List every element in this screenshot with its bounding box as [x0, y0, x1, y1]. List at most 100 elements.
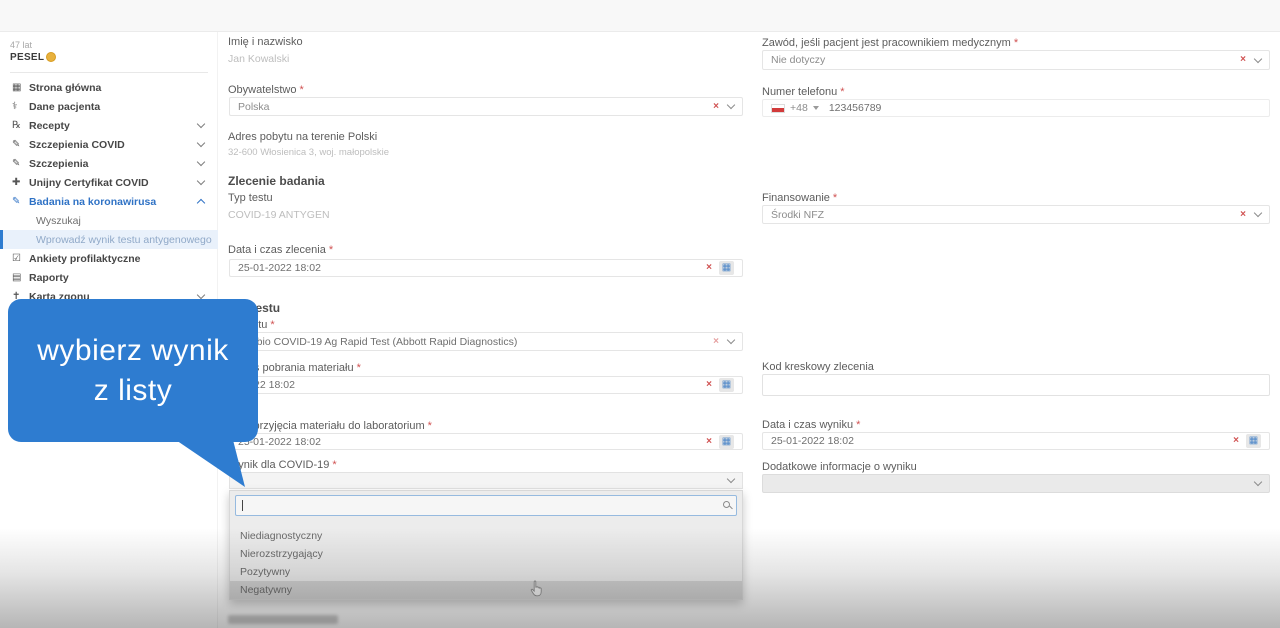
chevron-down-icon[interactable]	[1253, 477, 1263, 487]
required-mark: *	[427, 420, 432, 432]
sidebar-item-szczepienia-covid[interactable]: ✎ Szczepienia COVID	[0, 135, 218, 154]
sidebar-item-label: Wprowadź wynik testu antygenowego	[36, 233, 212, 246]
data-przyjecia-input[interactable]: 25-01-2022 18:02 × ▦	[229, 433, 743, 450]
chevron-down-icon[interactable]	[1253, 208, 1263, 218]
chevron-down-icon[interactable]	[1253, 54, 1263, 63]
pesel-info-icon[interactable]	[46, 52, 56, 62]
data-zlecenia-input[interactable]: 25-01-2022 18:02 × ▦	[229, 259, 743, 277]
report-document-icon: ▤	[12, 272, 22, 283]
data-pobrania-input[interactable]: 25-01-2022 18:02 × ▦	[229, 376, 743, 394]
sidebar-item-label: Badania na koronawirusa	[29, 195, 157, 208]
sidebar-item-unijny-certyfikat[interactable]: ✚ Unijny Certyfikat COVID	[0, 173, 218, 192]
required-mark: *	[1013, 37, 1019, 49]
calendar-icon[interactable]: ▦	[719, 434, 734, 449]
field-zawod-label: Zawód, jeśli pacjent jest pracownikiem m…	[762, 37, 1019, 49]
calendar-icon[interactable]: ▦	[719, 378, 734, 392]
required-mark: *	[270, 319, 275, 331]
sidebar-item-dane-pacjenta[interactable]: ⚕ Dane pacjenta	[0, 97, 218, 116]
home-grid-icon: ▦	[12, 82, 22, 93]
wynik-search-input[interactable]	[235, 495, 737, 516]
required-mark: *	[328, 244, 334, 256]
clear-icon[interactable]: ×	[713, 101, 719, 112]
data-wyniku-input[interactable]: 25-01-2022 18:02 × ▦	[762, 432, 1270, 450]
patient-pesel-label: PESEL	[10, 52, 45, 63]
field-imie-label: Imię i nazwisko	[228, 36, 303, 48]
tooltip-tail	[170, 436, 245, 487]
option-negatywny[interactable]: Negatywny	[230, 581, 742, 599]
top-bar	[0, 0, 1280, 32]
option-nierozstrzygajacy[interactable]: Nierozstrzygający	[230, 545, 742, 563]
option-pozytywny[interactable]: Pozytywny	[230, 563, 742, 581]
required-mark: *	[356, 362, 361, 374]
required-mark: *	[840, 86, 845, 98]
calendar-icon[interactable]: ▦	[1246, 434, 1261, 448]
test-swab-icon: ✎	[12, 196, 21, 207]
obywatelstwo-select[interactable]: Polska ×	[229, 97, 743, 116]
clear-icon[interactable]: ×	[706, 436, 712, 447]
chevron-up-icon[interactable]	[196, 198, 206, 208]
syringe-icon: ✎	[12, 158, 21, 169]
sidebar-item-label: Szczepienia	[29, 157, 89, 170]
wynik-select[interactable]	[229, 472, 743, 489]
field-telefon-label: Numer telefonu *	[762, 86, 845, 98]
chevron-down-icon[interactable]	[196, 119, 206, 129]
sidebar-item-raporty[interactable]: ▤ Raporty	[0, 268, 218, 287]
section-zlecenie-badania: Zlecenie badania	[228, 174, 325, 188]
chevron-down-icon[interactable]	[726, 474, 736, 484]
chevron-down-icon[interactable]	[196, 176, 206, 186]
clear-icon[interactable]: ×	[713, 336, 719, 347]
field-imie-value: Jan Kowalski	[228, 53, 290, 65]
chevron-down-icon[interactable]	[726, 100, 736, 110]
finansowanie-select[interactable]: Środki NFZ ×	[762, 205, 1270, 224]
chevron-down-icon[interactable]	[196, 157, 206, 167]
sidebar-item-ankiety[interactable]: ☑ Ankiety profilaktyczne	[0, 249, 218, 268]
telefon-input[interactable]: +48 123456789	[762, 99, 1270, 117]
chevron-down-icon[interactable]	[196, 290, 206, 300]
clear-icon[interactable]: ×	[1240, 209, 1246, 220]
chevron-down-icon[interactable]	[196, 138, 206, 148]
field-dodatkowe-label: Dodatkowe informacje o wyniku	[762, 461, 917, 473]
sidebar-divider	[10, 72, 208, 73]
sidebar-item-badania-koronawirus[interactable]: ✎ Badania na koronawirusa	[0, 192, 218, 211]
field-adres-label: Adres pobytu na terenie Polski	[228, 131, 378, 143]
sidebar-item-label: Ankiety profilaktyczne	[29, 252, 141, 265]
syringe-icon: ✎	[12, 139, 21, 150]
kod-kreskowy-input[interactable]	[762, 374, 1270, 396]
field-typ-testu-value: COVID-19 ANTYGEN	[228, 209, 330, 221]
calendar-icon[interactable]: ▦	[719, 261, 734, 275]
text-cursor	[242, 500, 243, 511]
field-kod-kreskowy-label: Kod kreskowy zlecenia	[762, 361, 874, 373]
option-niediagnostyczny[interactable]: Niediagnostyczny	[230, 527, 742, 545]
next-section-header-cutoff	[228, 615, 338, 624]
required-mark: *	[299, 84, 304, 96]
tooltip-text-line1: wybierz wynik	[37, 333, 229, 367]
clear-icon[interactable]: ×	[706, 380, 712, 390]
sidebar-item-label: Wyszukaj	[36, 214, 81, 227]
phone-prefix[interactable]: +48	[790, 102, 808, 114]
stethoscope-icon: ⚕	[12, 101, 18, 112]
sidebar-item-strona-glowna[interactable]: ▦ Strona główna	[0, 78, 218, 97]
prefix-dropdown-icon[interactable]	[812, 106, 819, 110]
field-obywatelstwo-label: Obywatelstwo *	[228, 84, 304, 96]
clear-icon[interactable]: ×	[706, 263, 712, 273]
field-finansowanie-label: Finansowanie *	[762, 192, 838, 204]
clear-icon[interactable]: ×	[1240, 55, 1246, 65]
sidebar-item-label: Raporty	[29, 271, 69, 284]
survey-checklist-icon: ☑	[12, 253, 21, 264]
tutorial-tooltip: wybierz wynik z listy	[8, 299, 258, 442]
producent-select[interactable]: Panbio COVID-19 Ag Rapid Test (Abbott Ra…	[229, 332, 743, 351]
sidebar-item-recepty[interactable]: ℞ Recepty	[0, 116, 218, 135]
sidebar-subitem-wyszukaj[interactable]: Wyszukaj	[0, 211, 218, 230]
field-adres-value: 32-600 Włosienica 3, woj. małopolskie	[228, 147, 390, 158]
sidebar-subitem-wprowadz-wynik[interactable]: Wprowadź wynik testu antygenowego	[0, 230, 218, 249]
chevron-down-icon[interactable]	[726, 335, 736, 345]
prescription-icon: ℞	[12, 120, 21, 131]
dodatkowe-select[interactable]	[762, 474, 1270, 493]
required-mark: *	[856, 419, 861, 431]
zawod-select[interactable]: Nie dotyczy ×	[762, 50, 1270, 70]
field-data-wyniku-label: Data i czas wyniku *	[762, 419, 861, 431]
sidebar-item-szczepienia[interactable]: ✎ Szczepienia	[0, 154, 218, 173]
sidebar-item-label: Szczepienia COVID	[29, 138, 125, 151]
certificate-icon: ✚	[12, 177, 21, 188]
clear-icon[interactable]: ×	[1233, 436, 1239, 446]
